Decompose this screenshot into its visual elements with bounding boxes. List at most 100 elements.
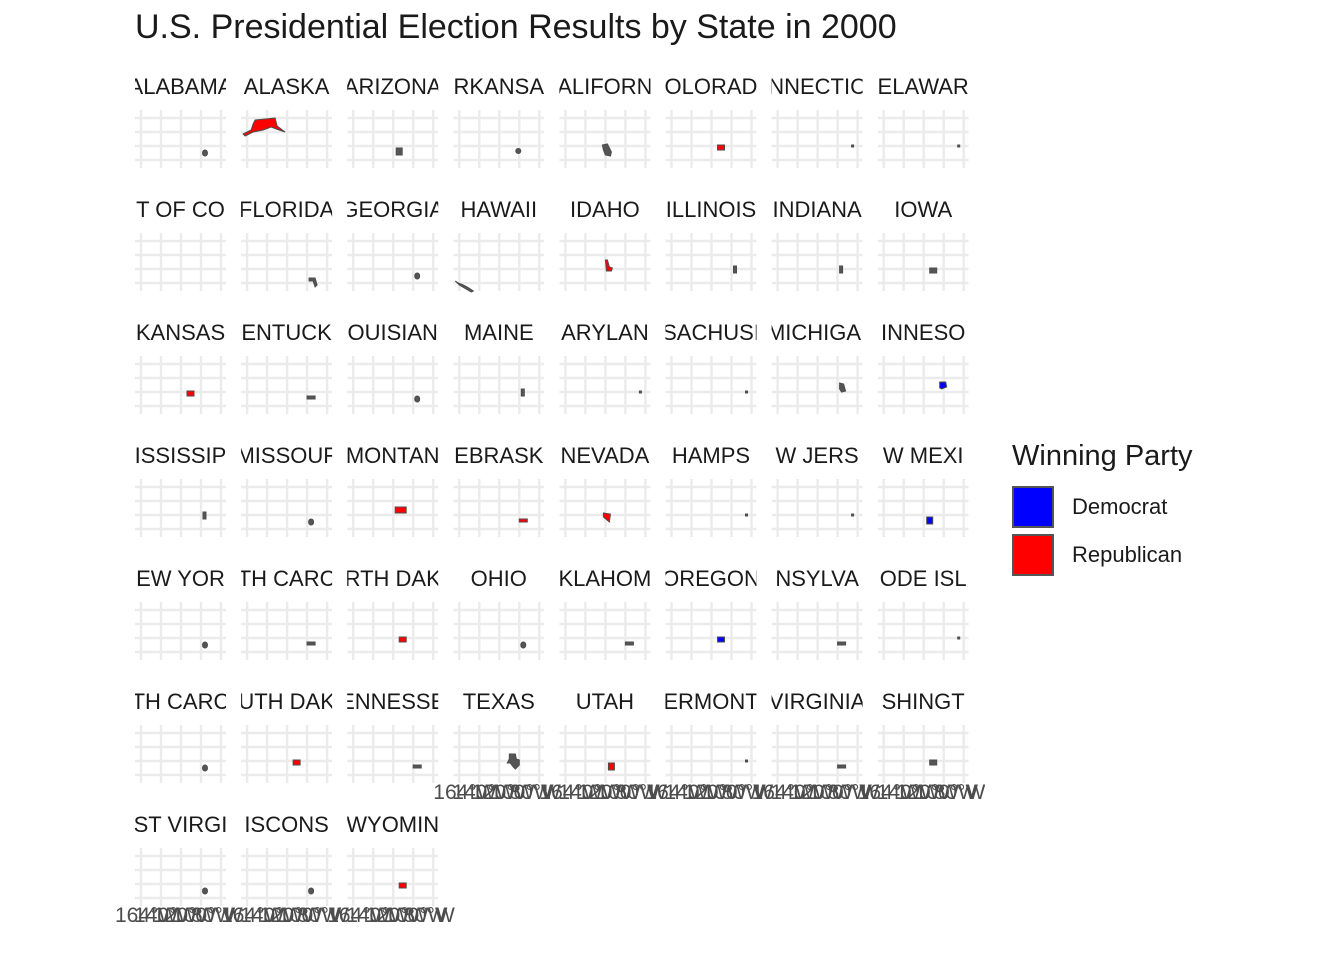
facet-panel [135, 848, 226, 906]
state-shape [292, 759, 301, 766]
facet-panel [559, 110, 651, 168]
facet-panel [665, 110, 757, 168]
facet-label: MAINE [464, 320, 534, 345]
facet-nebraska: EBRASK [453, 443, 545, 537]
facet-rhode-island: ODE ISL [877, 566, 969, 660]
state-shape [520, 388, 525, 397]
state-shape [518, 518, 528, 523]
legend-title: Winning Party [1012, 440, 1193, 472]
state-shape [306, 641, 316, 646]
facet-label: ST VIRGI [134, 812, 228, 837]
facet-panel [135, 725, 226, 783]
facet-ohio: OHIO [453, 566, 545, 660]
facet-louisiana: OUISIAN [347, 320, 439, 414]
facet-west-virginia: ST VIRGI [134, 812, 228, 906]
facet-panel [347, 602, 439, 660]
state-shape [515, 148, 522, 154]
facet-wisconsin: ISCONS [241, 812, 333, 906]
facet-label: ERMONT [663, 689, 758, 714]
facet-label: EW YOR [136, 566, 225, 591]
facet-label: SHINGT [882, 689, 965, 714]
state-shape [308, 518, 315, 526]
state-shape [624, 641, 634, 646]
facet-arizona: ARIZONA [347, 74, 439, 168]
facet-panel [771, 110, 863, 168]
facet-panel [877, 110, 969, 168]
facet-label: VIRGINIA [769, 689, 866, 714]
facet-hawaii: HAWAII [453, 197, 545, 293]
facet-iowa: IOWA [877, 197, 969, 291]
state-shape [851, 144, 855, 148]
legend: Winning Party Democrat Republican [1012, 440, 1193, 577]
facet-maryland: ARYLAN [559, 320, 651, 414]
facet-arkansas: RKANSA [453, 74, 545, 168]
facet-label: NEVADA [560, 443, 649, 468]
facet-panel [135, 110, 226, 168]
facet-panel [347, 356, 439, 414]
facet-vermont: ERMONT [663, 689, 758, 783]
state-shape [939, 381, 948, 390]
facet-panel [665, 479, 757, 537]
facet-label: OUISIAN [347, 320, 437, 345]
facet-panel [241, 110, 333, 168]
legend-key-republican [1012, 534, 1054, 576]
state-shape [745, 759, 748, 763]
state-shape [414, 272, 421, 280]
facet-panel [877, 356, 969, 414]
state-shape [202, 887, 208, 895]
facet-label: W JERS [776, 443, 859, 468]
facet-panel [453, 233, 545, 293]
facet-label: NNECTIC [768, 74, 866, 99]
legend-items: Democrat Republican [1012, 485, 1193, 577]
state-shape [745, 513, 748, 517]
facet-label: TH CARC [238, 566, 336, 591]
legend-item-republican: Republican [1012, 533, 1193, 577]
state-shape [202, 511, 207, 520]
facet-label: ODE ISL [880, 566, 967, 591]
facet-label: HAMPS [672, 443, 750, 468]
facet-label: ENTUCK [241, 320, 332, 345]
facet-label: ALASKA [244, 74, 330, 99]
facet-panel [347, 848, 439, 906]
facet-new-hampshire: HAMPS [665, 443, 757, 537]
facet-north-carolina: TH CARC [238, 566, 336, 660]
facet-panel [241, 233, 333, 291]
facet-michigan: MICHIGAI [771, 320, 863, 414]
facet-virginia: VIRGINIA [769, 689, 866, 783]
facet-panel [877, 725, 969, 783]
facet-label: HAWAII [461, 197, 538, 222]
facet-south-carolina: TH CARC [132, 689, 230, 783]
facet-new-york: EW YOR [135, 566, 226, 660]
facet-label: INNESO [881, 320, 965, 345]
facet-panel [241, 602, 333, 660]
state-shape [604, 259, 614, 272]
facet-panel [135, 233, 226, 291]
state-shape [957, 144, 961, 148]
facet-panel [453, 479, 545, 537]
facet-panel [559, 356, 651, 414]
state-shape [395, 147, 403, 156]
facet-panel [771, 725, 863, 783]
facet-south-dakota: UTH DAK [238, 689, 335, 783]
facet-north-dakota: RTH DAK [345, 566, 441, 660]
state-shape [242, 117, 286, 137]
state-shape [607, 762, 615, 771]
facet-label: RKANSA [454, 74, 545, 99]
facet-label: TH CARC [132, 689, 230, 714]
facet-mississippi: ISSISSIP [135, 443, 226, 537]
facet-panel [347, 110, 439, 168]
facet-oregon: OREGON [665, 566, 757, 660]
facet-label: RTH DAK [345, 566, 441, 591]
facet-panel [665, 356, 757, 414]
facet-panel [771, 233, 863, 291]
state-shape [837, 764, 847, 769]
state-shape [186, 390, 195, 397]
facet-label: EBRASK [454, 443, 544, 468]
facet-panel [347, 233, 439, 291]
legend-label-democrat: Democrat [1072, 494, 1168, 519]
state-shape [202, 641, 208, 649]
facet-label: UTH DAK [238, 689, 335, 714]
facet-panel [347, 725, 439, 783]
facet-colorado: OLORAD [665, 74, 757, 168]
state-shape [839, 265, 844, 274]
